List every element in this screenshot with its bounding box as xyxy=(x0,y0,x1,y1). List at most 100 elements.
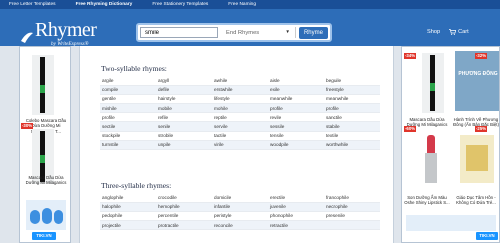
rhyme-word[interactable]: domicile xyxy=(212,193,268,203)
header: Rhymer by WriteExpress® End Rhymes ▼ Rhy… xyxy=(0,9,500,47)
rhyme-word[interactable]: halophile xyxy=(100,202,156,212)
rhyme-word[interactable]: profile xyxy=(268,103,324,114)
rhyme-word[interactable]: profile xyxy=(100,112,156,123)
table-row: gentile hairstyle lifestyle meanwhile meanwh… xyxy=(100,94,380,105)
right-ad-product-4[interactable]: Giáo Dục Tâm Hồn - Không Có Đứa Trẻ... xyxy=(453,195,499,206)
rhyme-word[interactable]: aisle xyxy=(268,76,324,86)
header-nav: Shop Cart xyxy=(427,29,469,35)
lipstick-image xyxy=(418,135,444,185)
rhyme-word[interactable]: senile xyxy=(156,121,212,132)
rhyme-word[interactable]: tensile xyxy=(268,131,324,141)
book-title: PHƯƠNG ĐÔNG xyxy=(458,71,498,77)
search-bar: End Rhymes ▼ Rhyme xyxy=(136,23,332,42)
section-heading: Three-syllable rhymes: xyxy=(101,181,172,190)
rhyme-word[interactable]: reptile xyxy=(212,112,268,123)
rhyme-word[interactable]: infantile xyxy=(212,202,268,212)
rhyme-word[interactable]: beguile xyxy=(324,76,380,86)
rhyme-word[interactable]: phonophile xyxy=(268,211,324,222)
rhyme-word[interactable]: refile xyxy=(156,112,212,123)
rhyme-word[interactable]: retractile xyxy=(268,220,324,231)
rhyme-word[interactable]: exile xyxy=(268,85,324,95)
nav-rhyming-dictionary[interactable]: Free Rhyming Dictionary xyxy=(76,2,133,7)
rhyme-word[interactable]: virile xyxy=(212,140,268,151)
rhyme-button[interactable]: Rhyme xyxy=(298,26,328,39)
rhyme-word[interactable]: profile xyxy=(324,103,380,114)
nav-naming[interactable]: Free Naming xyxy=(228,2,256,7)
right-ad-product-3[interactable]: Son Dưỡng Ẩm Màu Oshe Shiny Lipstick S..… xyxy=(404,195,450,206)
rhyme-word[interactable]: protractile xyxy=(156,220,212,231)
rhyme-word[interactable]: hairstyle xyxy=(156,94,212,105)
rhyme-word[interactable]: meanwhile xyxy=(324,94,380,105)
rhyme-word[interactable]: sessile xyxy=(268,121,324,132)
table-row: profile refile reptile revile sanctile xyxy=(100,112,380,123)
left-ad-product-2[interactable]: Mascara Dầu Dừa Dưỡng Mi Milaganics xyxy=(22,175,70,186)
search-input[interactable] xyxy=(140,27,218,38)
tiki-logo[interactable]: TIKI.VN xyxy=(476,232,498,240)
rhyme-word[interactable]: mobile xyxy=(156,103,212,114)
rhyme-word[interactable]: strobile xyxy=(156,131,212,141)
mascara-image xyxy=(422,53,444,113)
chevron-down-icon: ▼ xyxy=(285,29,290,34)
rhyme-word[interactable]: lifestyle xyxy=(212,94,268,105)
discount-badge: -60% xyxy=(404,126,417,133)
rhyme-word[interactable]: woodpile xyxy=(268,140,324,151)
rhyme-word[interactable]: stabile xyxy=(324,121,380,132)
rhyme-word[interactable]: presenile xyxy=(324,211,380,222)
cart-label: Cart xyxy=(458,29,469,35)
rhyme-word[interactable]: anglophile xyxy=(100,193,156,203)
rhyme-word[interactable]: francophile xyxy=(324,193,380,203)
cart-icon xyxy=(449,29,457,35)
rhyme-word[interactable]: revile xyxy=(268,112,324,123)
shop-link[interactable]: Shop xyxy=(427,29,440,35)
nav-letter-templates[interactable]: Free Letter Templates xyxy=(9,2,56,7)
rhyme-word[interactable]: meanwhile xyxy=(268,94,324,105)
rhyme-word[interactable]: percentile xyxy=(156,211,212,222)
logo[interactable]: Rhymer xyxy=(35,20,97,40)
cart-link[interactable]: Cart xyxy=(449,29,469,35)
rhyme-word[interactable]: tactile xyxy=(212,131,268,141)
rhyme-word[interactable]: argyll xyxy=(156,76,212,86)
rhyme-word[interactable]: gentile xyxy=(100,94,156,105)
rhyme-word[interactable]: awhile xyxy=(212,76,268,86)
rhyme-word[interactable]: sanctile xyxy=(324,112,380,123)
table-row: argile argyll awhile aisle beguile xyxy=(100,76,380,86)
table-row: compile defile erstwhile exile freestyle xyxy=(100,85,380,95)
rhyme-word[interactable]: erstwhile xyxy=(212,85,268,95)
kids-image xyxy=(26,200,66,230)
left-ad[interactable]: Colebo Mascara Dầu Dừa Dưỡng Mi Milagani… xyxy=(19,46,71,243)
tiki-logo[interactable]: TIKI.VN xyxy=(32,232,56,240)
rhyme-word[interactable]: mishile xyxy=(100,103,156,114)
rhyme-word[interactable]: hemophile xyxy=(156,202,212,212)
table-row: sectile senile servile sessile stabile xyxy=(100,121,380,132)
rhyme-word[interactable]: juvenile xyxy=(268,202,324,212)
rhyme-word[interactable]: textile xyxy=(324,131,380,141)
rhyme-word[interactable]: pedophile xyxy=(100,211,156,222)
rhyme-results: Two-syllable rhymes: argile argyll awhile a… xyxy=(79,46,394,243)
rhyme-word[interactable]: mohile xyxy=(212,103,268,114)
rhyme-word[interactable]: freestyle xyxy=(324,85,380,95)
right-ad[interactable]: -34% PHƯƠNG ĐÔNG -32% Mascara Dầu Dừa Dư… xyxy=(401,46,500,243)
rhyme-word[interactable]: stockpile xyxy=(100,131,156,141)
rhyme-word[interactable]: necrophile xyxy=(324,202,380,212)
rhyme-type-value: End Rhymes xyxy=(226,29,260,36)
discount-badge: -34% xyxy=(404,53,417,60)
rhyme-word[interactable]: sectile xyxy=(100,121,156,132)
rhyme-word[interactable]: turnstile xyxy=(100,140,156,151)
rhyme-word[interactable]: projectile xyxy=(100,220,156,231)
rhyme-word[interactable]: crocodile xyxy=(156,193,212,203)
rhyme-word[interactable]: erectile xyxy=(268,193,324,203)
mascara-image xyxy=(32,55,54,115)
rhyme-word[interactable]: servile xyxy=(212,121,268,132)
rhyme-word[interactable]: peristyle xyxy=(212,211,268,222)
rhyme-word[interactable]: worthwhile xyxy=(324,140,380,151)
table-row: halophile hemophile infantile juvenile necro… xyxy=(100,202,380,212)
rhyme-word[interactable]: argile xyxy=(100,76,156,86)
discount-badge: -32% xyxy=(475,53,488,60)
rhyme-word[interactable]: unpile xyxy=(156,140,212,151)
nav-stationery-templates[interactable]: Free Stationery Templates xyxy=(152,2,208,7)
rhyme-type-select[interactable]: End Rhymes ▼ xyxy=(222,27,296,38)
rhyme-word[interactable]: reconcile xyxy=(212,220,268,231)
section-heading: Two-syllable rhymes: xyxy=(101,64,167,73)
rhyme-word[interactable]: defile xyxy=(156,85,212,95)
rhyme-word[interactable]: compile xyxy=(100,85,156,95)
